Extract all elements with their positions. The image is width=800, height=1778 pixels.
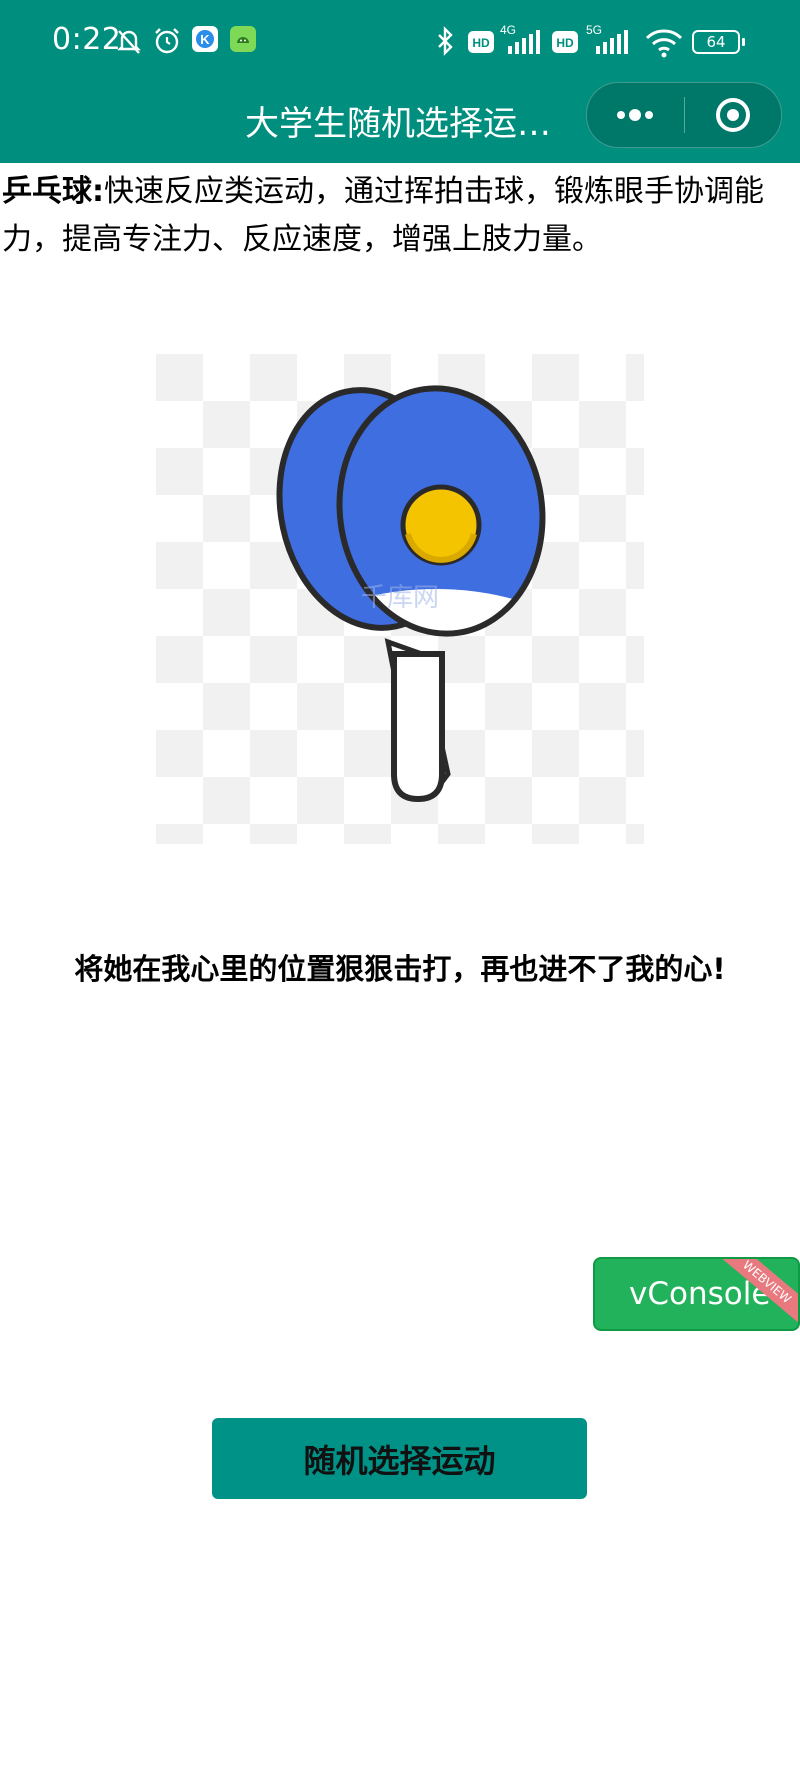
mute-bell-icon bbox=[117, 30, 141, 54]
svg-text:K: K bbox=[200, 32, 210, 47]
svg-text:5G: 5G bbox=[586, 23, 602, 37]
more-dots-icon bbox=[617, 109, 653, 121]
status-bar: 0:22 K HD 4G HD 5G 64 bbox=[0, 0, 800, 84]
svg-text:HD: HD bbox=[556, 36, 574, 50]
wifi-icon bbox=[645, 29, 683, 58]
random-select-sport-button[interactable]: 随机选择运动 bbox=[212, 1418, 587, 1499]
android-app-icon bbox=[230, 26, 256, 52]
ping-pong-paddles-icon: 千库网 bbox=[156, 354, 644, 844]
more-button[interactable] bbox=[587, 83, 684, 147]
4g-signal-icon: 4G bbox=[500, 23, 540, 54]
page-title: 大学生随机选择运… bbox=[245, 104, 551, 144]
sport-tagline: 将她在我心里的位置狠狠击打，再也进不了我的心! bbox=[74, 952, 726, 986]
svg-text:HD: HD bbox=[472, 36, 490, 50]
battery-icon: 64 bbox=[692, 30, 745, 54]
sport-description-text: 快速反应类运动，通过挥拍击球，锻炼眼手协调能力，提高专注力、反应速度，增强上肢力… bbox=[2, 174, 764, 257]
bluetooth-icon bbox=[438, 26, 453, 56]
close-mini-program-button[interactable] bbox=[685, 83, 781, 147]
watermark-text: 千库网 bbox=[361, 583, 439, 613]
alarm-icon bbox=[155, 28, 179, 54]
5g-signal-icon: 5G bbox=[586, 23, 628, 54]
hd-icon: HD bbox=[468, 31, 494, 53]
k-app-icon: K bbox=[192, 26, 218, 52]
mini-program-capsule bbox=[586, 82, 782, 148]
status-time: 0:22 bbox=[52, 22, 122, 57]
hd-icon: HD bbox=[552, 31, 578, 53]
sport-name: 乒乓球: bbox=[2, 174, 104, 209]
vconsole-button[interactable]: vConsole WEBVIEW bbox=[593, 1257, 800, 1331]
nav-bar: 大学生随机选择运… bbox=[0, 82, 800, 163]
target-icon bbox=[716, 98, 750, 132]
svg-text:4G: 4G bbox=[500, 23, 516, 37]
sport-description: 乒乓球:快速反应类运动，通过挥拍击球，锻炼眼手协调能力，提高专注力、反应速度，增… bbox=[2, 168, 798, 264]
battery-level: 64 bbox=[706, 33, 726, 51]
